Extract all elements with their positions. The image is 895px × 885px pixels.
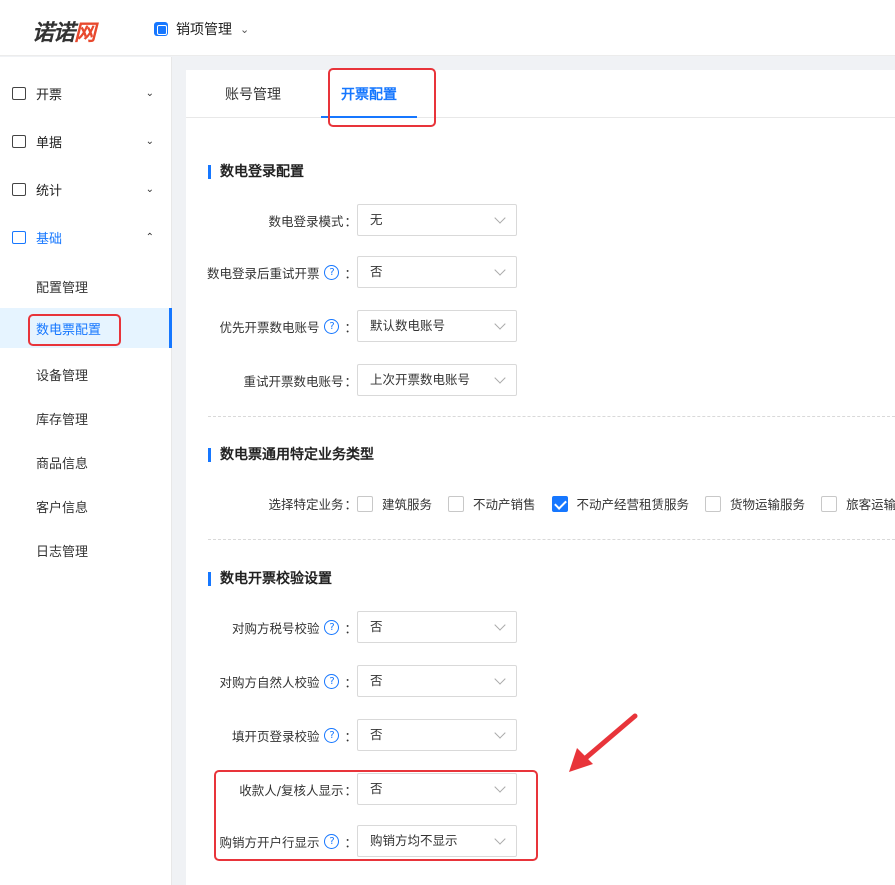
module-title: 销项管理 xyxy=(176,22,232,38)
chevron-down-icon: ⌄ xyxy=(145,183,154,195)
main-content: 账号管理 开票配置 数电登录配置 数电登录模式： 无 数电登录后重试开票?： 否… xyxy=(186,70,895,885)
form-label: 对购方自然人校验?： xyxy=(219,673,357,690)
checkbox-icon xyxy=(357,495,373,512)
chevron-down-icon: ⌄ xyxy=(145,87,154,99)
highlight-tab-box xyxy=(328,68,436,127)
sidebar-group-invoice[interactable]: 开票 ⌄ xyxy=(0,69,172,117)
checkbox-real-estate-lease[interactable]: 不动产经营租赁服务 xyxy=(551,494,689,513)
sidebar-item-customers[interactable]: 客户信息 xyxy=(0,486,172,526)
tab-bar: 账号管理 开票配置 xyxy=(186,70,895,118)
chevron-down-icon: ⌄ xyxy=(145,135,154,147)
form-label: 重试开票数电账号： xyxy=(243,373,357,389)
sidebar-item-device[interactable]: 设备管理 xyxy=(0,354,172,394)
highlight-sidebar-box xyxy=(28,314,121,346)
chevron-down-icon xyxy=(494,372,506,384)
retry-after-login-select[interactable]: 否 xyxy=(357,256,517,288)
sidebar-group-label: 基础 xyxy=(36,231,63,247)
module-switcher[interactable]: 销项管理 ⌄ xyxy=(154,19,249,39)
checkbox-icon xyxy=(705,495,722,512)
business-type-checkboxes: 建筑服务 不动产销售 不动产经营租赁服务 货物运输服务 旅客运输服务 xyxy=(357,494,895,513)
document-icon xyxy=(12,134,26,148)
section-title-business: 数电票通用特定业务类型 xyxy=(208,448,374,462)
login-mode-select[interactable]: 无 xyxy=(357,204,517,236)
checkbox-construction[interactable]: 建筑服务 xyxy=(357,494,432,513)
chevron-down-icon xyxy=(494,727,506,739)
chart-icon xyxy=(12,182,26,196)
sidebar-item-inventory[interactable]: 库存管理 xyxy=(0,398,172,438)
help-icon[interactable]: ? xyxy=(324,619,340,635)
help-icon[interactable]: ? xyxy=(324,264,340,280)
checkbox-real-estate-sale[interactable]: 不动产销售 xyxy=(448,494,536,513)
sidebar-item-config[interactable]: 配置管理 xyxy=(0,266,172,306)
sidebar-group-label: 单据 xyxy=(36,135,63,151)
priority-account-select[interactable]: 默认数电账号 xyxy=(357,310,517,342)
help-icon[interactable]: ? xyxy=(324,727,340,743)
retry-account-select[interactable]: 上次开票数电账号 xyxy=(357,364,517,396)
chevron-up-icon: ⌃ xyxy=(145,231,154,243)
form-label: 对购方税号校验?： xyxy=(231,619,357,636)
sidebar-group-label: 开票 xyxy=(36,87,63,103)
section-divider xyxy=(208,416,895,417)
chevron-down-icon xyxy=(494,318,506,330)
buyer-natural-person-check-select[interactable]: 否 xyxy=(357,665,517,697)
sidebar: 开票 ⌄ 单据 ⌄ 统计 ⌄ 基础 ⌃ 配置管理 数电票配置 设备管理 库存管理… xyxy=(0,57,172,885)
checkbox-icon xyxy=(448,495,465,512)
tab-account-management[interactable]: 账号管理 xyxy=(212,70,294,118)
form-label: 优先开票数电账号?： xyxy=(219,318,357,335)
top-bar: 诺诺网 销项管理 ⌄ xyxy=(0,0,895,56)
help-icon[interactable]: ? xyxy=(324,673,340,689)
invoice-icon xyxy=(12,86,26,100)
buyer-tax-id-check-select[interactable]: 否 xyxy=(357,611,517,643)
checkbox-checked-icon xyxy=(551,495,568,512)
form-label: 选择特定业务： xyxy=(268,496,357,512)
checkbox-passenger[interactable]: 旅客运输服务 xyxy=(821,494,895,513)
checkbox-icon xyxy=(821,495,838,512)
chevron-down-icon xyxy=(494,673,506,685)
sidebar-group-label: 统计 xyxy=(36,183,63,199)
section-title-login: 数电登录配置 xyxy=(208,165,304,179)
help-icon[interactable]: ? xyxy=(324,318,340,334)
module-icon xyxy=(154,22,168,36)
sidebar-item-products[interactable]: 商品信息 xyxy=(0,442,172,482)
section-title-validation: 数电开票校验设置 xyxy=(208,572,332,586)
checkbox-freight[interactable]: 货物运输服务 xyxy=(705,494,805,513)
fill-page-login-check-select[interactable]: 否 xyxy=(357,719,517,751)
form-label: 数电登录后重试开票?： xyxy=(206,264,357,281)
chevron-down-icon xyxy=(494,619,506,631)
sidebar-group-documents[interactable]: 单据 ⌄ xyxy=(0,117,172,165)
settings-list-icon xyxy=(12,230,26,244)
form-label: 填开页登录校验?： xyxy=(231,727,357,744)
logo: 诺诺网 xyxy=(32,21,96,46)
chevron-down-icon: ⌄ xyxy=(240,22,250,36)
chevron-down-icon xyxy=(494,212,506,224)
sidebar-item-logs[interactable]: 日志管理 xyxy=(0,530,172,570)
sidebar-group-statistics[interactable]: 统计 ⌄ xyxy=(0,165,172,213)
form-label: 数电登录模式： xyxy=(268,213,357,229)
section-divider xyxy=(208,539,895,540)
highlight-fields-box xyxy=(214,770,538,861)
sidebar-group-basic[interactable]: 基础 ⌃ xyxy=(0,213,172,261)
chevron-down-icon xyxy=(494,264,506,276)
red-arrow-icon xyxy=(569,713,638,772)
